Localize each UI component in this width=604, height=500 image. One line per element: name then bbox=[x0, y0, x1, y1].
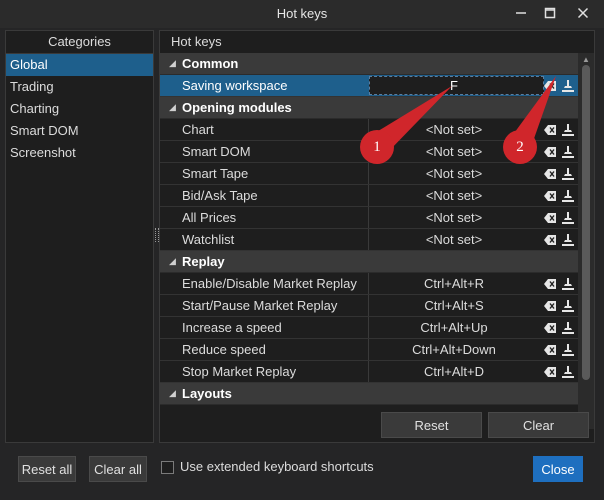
backspace-clear-icon[interactable] bbox=[543, 210, 557, 224]
hotkey-row[interactable]: Increase a speed Ctrl+Alt+Up bbox=[160, 317, 578, 339]
collapse-arrow-icon[interactable]: ◢ bbox=[169, 251, 176, 272]
callout-1-badge: 1 bbox=[360, 130, 394, 164]
hotkey-row[interactable]: All Prices <Not set> bbox=[160, 207, 578, 229]
record-key-icon[interactable] bbox=[561, 320, 575, 334]
maximize-button[interactable] bbox=[537, 2, 563, 24]
callout-2-badge: 2 bbox=[503, 130, 537, 164]
backspace-clear-icon[interactable] bbox=[543, 232, 557, 246]
close-window-button[interactable] bbox=[570, 2, 596, 24]
category-global[interactable]: Global bbox=[6, 54, 153, 76]
hotkey-action-name: Watchlist bbox=[182, 232, 235, 247]
hotkey-value[interactable]: Ctrl+Alt+Down bbox=[369, 339, 539, 360]
record-key-icon[interactable] bbox=[561, 276, 575, 290]
minimize-button[interactable] bbox=[508, 2, 534, 24]
hotkey-value[interactable]: Ctrl+Alt+R bbox=[369, 273, 539, 294]
record-key-icon[interactable] bbox=[561, 122, 575, 136]
hotkey-value[interactable]: <Not set> bbox=[369, 207, 539, 228]
extended-shortcuts-label[interactable]: Use extended keyboard shortcuts bbox=[180, 459, 374, 474]
record-key-icon[interactable] bbox=[561, 232, 575, 246]
close-button[interactable]: Close bbox=[533, 456, 583, 482]
close-icon bbox=[577, 7, 589, 19]
categories-panel: Categories Global Trading Charting Smart… bbox=[5, 30, 154, 443]
record-key-icon[interactable] bbox=[561, 144, 575, 158]
hotkey-action-name: Smart Tape bbox=[182, 166, 249, 181]
record-key-icon[interactable] bbox=[561, 298, 575, 312]
categories-header: Categories bbox=[6, 31, 153, 54]
hotkeys-panel: Hot keys ◢ Common Saving workspace F ◢ Openin… bbox=[159, 30, 595, 443]
hotkeys-table: ◢ Common Saving workspace F ◢ Opening modules… bbox=[160, 53, 578, 429]
hotkey-value[interactable]: Ctrl+Alt+Up bbox=[369, 317, 539, 338]
hotkey-value[interactable]: F bbox=[369, 75, 539, 96]
hotkey-action-name: Saving workspace bbox=[182, 78, 288, 93]
backspace-clear-icon[interactable] bbox=[543, 276, 557, 290]
group-name: Opening modules bbox=[182, 100, 292, 115]
hotkey-action-name: Smart DOM bbox=[182, 144, 251, 159]
hotkey-action-name: Chart bbox=[182, 122, 214, 137]
clear-button[interactable]: Clear bbox=[488, 412, 589, 438]
hotkey-value[interactable]: Ctrl+Alt+D bbox=[369, 361, 539, 382]
group-header[interactable]: ◢ Opening modules bbox=[160, 97, 578, 119]
maximize-icon bbox=[544, 7, 556, 19]
record-key-icon[interactable] bbox=[561, 188, 575, 202]
group-name: Replay bbox=[182, 254, 225, 269]
collapse-arrow-icon[interactable]: ◢ bbox=[169, 53, 176, 74]
group-name: Common bbox=[182, 56, 239, 71]
group-name: Layouts bbox=[182, 386, 232, 401]
hotkey-value[interactable]: Ctrl+Alt+S bbox=[369, 295, 539, 316]
group-header[interactable]: ◢ Replay bbox=[160, 251, 578, 273]
category-charting[interactable]: Charting bbox=[6, 98, 153, 120]
hotkey-action-name: All Prices bbox=[182, 210, 237, 225]
backspace-clear-icon[interactable] bbox=[543, 298, 557, 312]
extended-shortcuts-checkbox[interactable] bbox=[161, 461, 174, 474]
hotkey-action-name: Bid/Ask Tape bbox=[182, 188, 258, 203]
vertical-scrollbar[interactable]: ▲ bbox=[578, 53, 594, 429]
backspace-clear-icon[interactable] bbox=[543, 320, 557, 334]
backspace-clear-icon[interactable] bbox=[543, 144, 557, 158]
scroll-up-arrow-icon[interactable]: ▲ bbox=[582, 55, 590, 64]
hotkeys-header: Hot keys bbox=[160, 31, 594, 54]
record-key-icon[interactable] bbox=[561, 210, 575, 224]
hotkey-value[interactable]: <Not set> bbox=[369, 163, 539, 184]
record-key-icon[interactable] bbox=[561, 342, 575, 356]
reset-button[interactable]: Reset bbox=[381, 412, 482, 438]
group-header[interactable]: ◢ Layouts bbox=[160, 383, 578, 405]
collapse-arrow-icon[interactable]: ◢ bbox=[169, 383, 176, 404]
title-bar: Hot keys bbox=[0, 0, 604, 28]
group-header[interactable]: ◢ Common bbox=[160, 53, 578, 75]
hotkey-row[interactable]: Watchlist <Not set> bbox=[160, 229, 578, 251]
record-key-icon[interactable] bbox=[561, 166, 575, 180]
hotkey-row[interactable]: Enable/Disable Market Replay Ctrl+Alt+R bbox=[160, 273, 578, 295]
scrollbar-thumb[interactable] bbox=[582, 65, 590, 380]
hotkey-row[interactable]: Bid/Ask Tape <Not set> bbox=[160, 185, 578, 207]
backspace-clear-icon[interactable] bbox=[543, 122, 557, 136]
backspace-clear-icon[interactable] bbox=[543, 364, 557, 378]
hotkey-row[interactable]: Start/Pause Market Replay Ctrl+Alt+S bbox=[160, 295, 578, 317]
minimize-icon bbox=[516, 12, 526, 14]
record-key-icon[interactable] bbox=[561, 364, 575, 378]
backspace-clear-icon[interactable] bbox=[543, 78, 557, 92]
hotkey-value[interactable]: <Not set> bbox=[369, 229, 539, 250]
backspace-clear-icon[interactable] bbox=[543, 188, 557, 202]
record-key-icon[interactable] bbox=[561, 78, 575, 92]
hotkey-row[interactable]: Reduce speed Ctrl+Alt+Down bbox=[160, 339, 578, 361]
hotkey-value[interactable]: <Not set> bbox=[369, 185, 539, 206]
hotkey-action-name: Enable/Disable Market Replay bbox=[182, 276, 357, 291]
clear-all-button[interactable]: Clear all bbox=[89, 456, 147, 482]
collapse-arrow-icon[interactable]: ◢ bbox=[169, 97, 176, 118]
hotkey-action-name: Increase a speed bbox=[182, 320, 282, 335]
hotkey-row[interactable]: Smart Tape <Not set> bbox=[160, 163, 578, 185]
reset-all-button[interactable]: Reset all bbox=[18, 456, 76, 482]
backspace-clear-icon[interactable] bbox=[543, 166, 557, 180]
backspace-clear-icon[interactable] bbox=[543, 342, 557, 356]
hotkey-action-name: Reduce speed bbox=[182, 342, 266, 357]
category-trading[interactable]: Trading bbox=[6, 76, 153, 98]
hotkey-action-name: Stop Market Replay bbox=[182, 364, 297, 379]
hotkey-row[interactable]: Saving workspace F bbox=[160, 75, 578, 97]
hotkey-row[interactable]: Stop Market Replay Ctrl+Alt+D bbox=[160, 361, 578, 383]
category-smart-dom[interactable]: Smart DOM bbox=[6, 120, 153, 142]
hotkey-action-name: Start/Pause Market Replay bbox=[182, 298, 338, 313]
category-screenshot[interactable]: Screenshot bbox=[6, 142, 153, 164]
